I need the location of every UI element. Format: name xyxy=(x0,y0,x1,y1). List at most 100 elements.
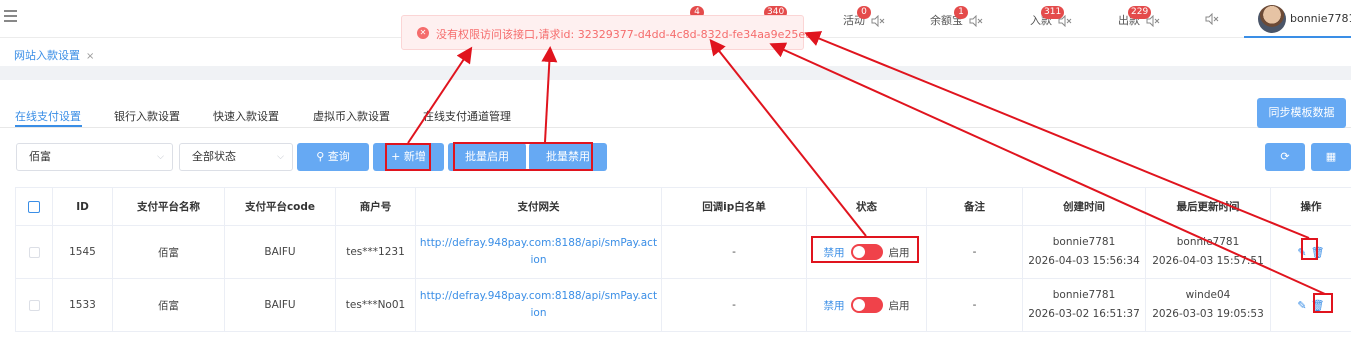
switch-on-label: 启用 xyxy=(888,299,910,312)
content-divider xyxy=(0,66,1351,80)
cell-platform-code: BAIFU xyxy=(224,278,336,332)
select-all-checkbox[interactable] xyxy=(28,200,40,213)
cell-note: - xyxy=(926,278,1023,332)
cell-platform-code: BAIFU xyxy=(224,225,336,279)
error-circle-icon: ✕ xyxy=(417,27,429,39)
error-toast: ✕ 没有权限访问该接口,请求id: 32329377-d4dd-4c8d-832… xyxy=(401,15,812,50)
header-platform-name: 支付平台名称 xyxy=(112,187,225,226)
speaker-muted-icon[interactable] xyxy=(969,15,983,27)
table-row: 1545 佰富 BAIFU tes***1231 http://defray.9… xyxy=(15,225,1351,279)
withdraw-badge: 229 xyxy=(1128,6,1152,19)
cell-id: 1533 xyxy=(52,278,113,332)
cell-id: 1545 xyxy=(52,225,113,279)
columns-button[interactable]: ▦ xyxy=(1311,143,1351,171)
cell-platform-name: 佰富 xyxy=(112,278,225,332)
created-by: bonnie7781 xyxy=(1052,236,1116,248)
payment-table: ID 支付平台名称 支付平台code 商户号 支付网关 回调ip白名单 状态 备… xyxy=(15,187,1351,332)
status-switch-group: 禁用 启用 xyxy=(824,297,910,313)
cell-merchant: tes***1231 xyxy=(335,225,416,279)
switch-off-label: 禁用 xyxy=(823,246,845,259)
page-tab[interactable]: 网站入款设置 × xyxy=(14,47,94,63)
speaker-muted-icon[interactable] xyxy=(871,15,885,27)
row-checkbox[interactable] xyxy=(28,246,40,258)
plus-icon: + xyxy=(391,150,401,163)
select-all-cell xyxy=(15,187,53,226)
menu-icon[interactable] xyxy=(4,10,17,22)
status-select-value: 全部状态 xyxy=(192,150,236,163)
header-merchant: 商户号 xyxy=(335,187,416,226)
created-at: 2026-04-03 15:56:34 xyxy=(1028,255,1140,267)
edit-icon[interactable]: ✎ xyxy=(1297,246,1306,259)
updated-at: 2026-04-03 15:57:51 xyxy=(1152,255,1264,267)
cell-updated: bonnie7781 2026-04-03 15:57:51 xyxy=(1145,225,1271,279)
gateway-url-cont: ion xyxy=(530,254,547,266)
status-switch-group: 禁用 启用 xyxy=(824,244,910,260)
yuebao-badge: 1 xyxy=(954,6,968,19)
activity-badge: 0 xyxy=(857,6,871,19)
batch-disable-button[interactable]: 批量禁用 xyxy=(529,143,607,171)
cell-status: 禁用 启用 xyxy=(806,278,927,332)
user-menu[interactable]: bonnie7781 xyxy=(1244,0,1351,38)
grid-icon: ▦ xyxy=(1325,150,1337,163)
row-select-cell xyxy=(15,225,53,279)
header-platform-code: 支付平台code xyxy=(224,187,336,226)
switch-on-label: 启用 xyxy=(888,246,910,259)
batch-enable-button[interactable]: 批量启用 xyxy=(448,143,526,171)
cell-ip-whitelist: - xyxy=(661,278,807,332)
avatar[interactable] xyxy=(1258,5,1286,33)
gateway-url: http://defray.948pay.com:8188/api/smPay.… xyxy=(419,290,658,302)
add-button[interactable]: + 新增 xyxy=(373,143,444,171)
gateway-url-cont: ion xyxy=(530,307,547,319)
table-header-row: ID 支付平台名称 支付平台code 商户号 支付网关 回调ip白名单 状态 备… xyxy=(15,187,1351,226)
updated-by: bonnie7781 xyxy=(1176,236,1240,248)
header-actions: 操作 xyxy=(1270,187,1351,226)
delete-icon[interactable]: 🗑 xyxy=(1311,246,1325,259)
header-gateway: 支付网关 xyxy=(415,187,662,226)
close-icon[interactable]: × xyxy=(86,51,94,62)
status-toggle[interactable] xyxy=(850,297,883,313)
cell-created: bonnie7781 2026-04-03 15:56:34 xyxy=(1022,225,1146,279)
error-message: 没有权限访问该接口,请求id: 32329377-d4dd-4c8d-832d-… xyxy=(436,28,812,41)
header-updated: 最后更新时间 xyxy=(1145,187,1271,226)
query-button[interactable]: ⚲ 查询 xyxy=(297,143,369,171)
header-id: ID xyxy=(52,187,113,226)
created-at: 2026-03-02 16:51:37 xyxy=(1028,308,1140,320)
status-toggle[interactable] xyxy=(850,244,883,260)
platform-select-value: 佰富 xyxy=(29,150,51,163)
row-select-cell xyxy=(15,278,53,332)
refresh-button[interactable]: ⟳ xyxy=(1265,143,1305,171)
chevron-down-icon: ⌵ xyxy=(277,152,284,162)
query-label: 查询 xyxy=(327,150,350,163)
gateway-url: http://defray.948pay.com:8188/api/smPay.… xyxy=(419,237,658,249)
chevron-down-icon: ⌵ xyxy=(157,152,164,162)
delete-icon[interactable]: 🗑 xyxy=(1311,299,1325,312)
tab-online-payment[interactable]: 在线支付设置 xyxy=(15,108,81,124)
cell-actions: ✎ 🗑 xyxy=(1270,278,1351,332)
platform-select[interactable]: 佰富 ⌵ xyxy=(16,143,173,171)
username: bonnie7781 xyxy=(1290,12,1351,25)
tab-crypto-deposit[interactable]: 虚拟币入款设置 xyxy=(313,108,390,124)
tabs-divider xyxy=(0,127,1351,128)
status-select[interactable]: 全部状态 ⌵ xyxy=(179,143,293,171)
updated-by: winde04 xyxy=(1185,289,1231,301)
tab-channel-management[interactable]: 在线支付通道管理 xyxy=(423,108,511,124)
updated-at: 2026-03-03 19:05:53 xyxy=(1152,308,1264,320)
cell-gateway: http://defray.948pay.com:8188/api/smPay.… xyxy=(415,225,662,279)
refresh-icon: ⟳ xyxy=(1280,150,1290,163)
speaker-muted-icon[interactable] xyxy=(1205,13,1219,25)
cell-updated: winde04 2026-03-03 19:05:53 xyxy=(1145,278,1271,332)
header-ip-whitelist: 回调ip白名单 xyxy=(661,187,807,226)
tab-bank-deposit[interactable]: 银行入款设置 xyxy=(114,108,180,124)
header-note: 备注 xyxy=(926,187,1023,226)
cell-gateway: http://defray.948pay.com:8188/api/smPay.… xyxy=(415,278,662,332)
deposit-badge: 311 xyxy=(1041,6,1065,19)
table-row: 1533 佰富 BAIFU tes***No01 http://defray.9… xyxy=(15,278,1351,332)
cell-platform-name: 佰富 xyxy=(112,225,225,279)
add-label: 新增 xyxy=(403,150,426,163)
row-checkbox[interactable] xyxy=(28,299,40,311)
edit-icon[interactable]: ✎ xyxy=(1297,299,1306,312)
tab-quick-deposit[interactable]: 快速入款设置 xyxy=(213,108,279,124)
created-by: bonnie7781 xyxy=(1052,289,1116,301)
sync-template-button[interactable]: 同步模板数据 xyxy=(1257,98,1346,128)
header-created: 创建时间 xyxy=(1022,187,1146,226)
